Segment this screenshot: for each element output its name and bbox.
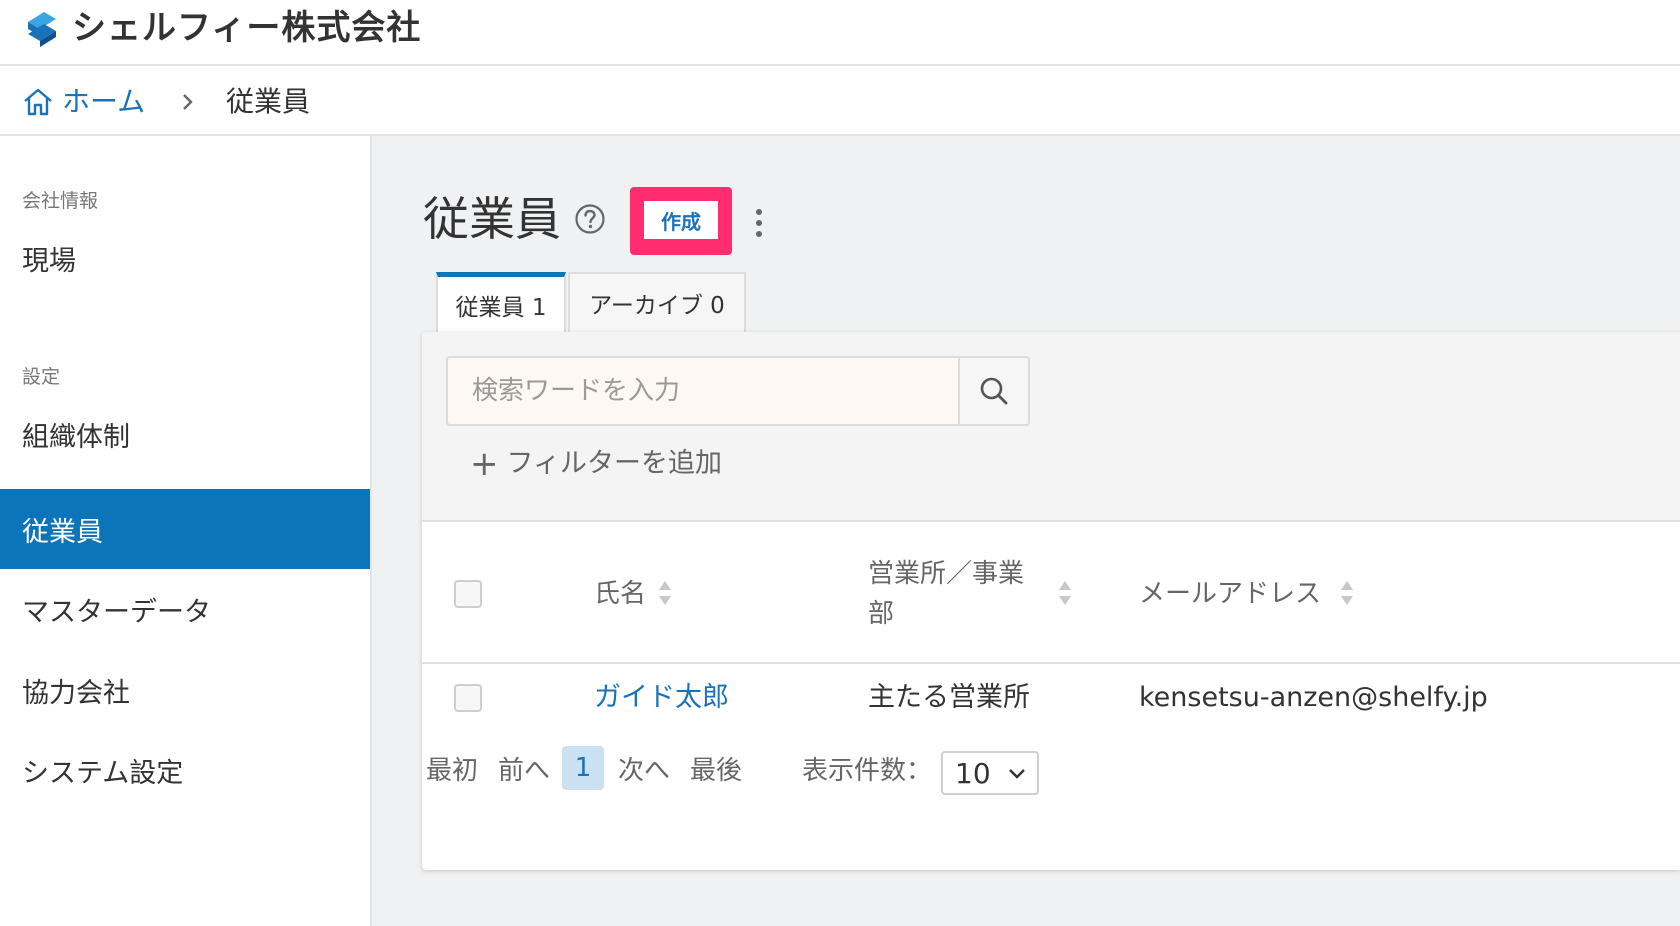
chevron-down-icon [1009, 769, 1025, 779]
employee-name-link[interactable]: ガイド太郎 [594, 680, 729, 716]
company-name: シェルフィー株式会社 [72, 8, 422, 48]
sidebar-item-employees[interactable]: 従業員 [0, 489, 370, 569]
column-header-office[interactable]: 営業所／事業部 [868, 554, 1048, 634]
filter-area: + フィルターを追加 [422, 332, 1680, 522]
sidebar-item-system-settings[interactable]: システム設定 [0, 730, 370, 810]
add-filter-button[interactable]: + フィルターを追加 [470, 446, 722, 482]
shelfy-logo-icon[interactable] [22, 8, 62, 48]
sidebar-section-company-info: 会社情報 [22, 190, 99, 212]
pagination-current-page[interactable]: 1 [562, 746, 604, 790]
plus-icon: + [470, 444, 499, 484]
tab-archive[interactable]: アーカイブ 0 [568, 272, 746, 332]
breadcrumb-current: 従業員 [226, 85, 311, 118]
sort-icon[interactable] [658, 580, 672, 606]
table-row: ガイド太郎 主たる営業所 kensetsu-anzen@shelfy.jp [422, 666, 1680, 728]
sidebar-section-settings: 設定 [22, 366, 61, 388]
home-icon [24, 88, 52, 116]
employee-office: 主たる営業所 [868, 682, 1030, 713]
pagination-next[interactable]: 次へ [618, 750, 670, 787]
more-options-icon[interactable] [754, 207, 764, 239]
sort-icon[interactable] [1340, 580, 1354, 606]
column-header-email[interactable]: メールアドレス [1139, 574, 1321, 614]
per-page-select[interactable]: 10 [941, 751, 1039, 795]
page-title: 従業員 [423, 192, 561, 246]
employee-email: kensetsu-anzen@shelfy.jp [1139, 682, 1488, 713]
breadcrumb-home-label: ホーム [62, 85, 146, 118]
per-page-value: 10 [955, 756, 991, 790]
top-bar: シェルフィー株式会社 [0, 0, 1680, 66]
tab-employees[interactable]: 従業員 1 [436, 272, 566, 332]
chevron-right-icon [183, 94, 193, 110]
select-all-checkbox[interactable] [454, 580, 482, 608]
help-icon[interactable] [574, 203, 606, 235]
add-filter-label: フィルターを追加 [506, 448, 722, 479]
pagination-first[interactable]: 最初 [426, 750, 478, 787]
per-page-label: 表示件数： [802, 756, 933, 786]
employee-list-panel: + フィルターを追加 氏名 営業所／事業部 メールアドレス [422, 332, 1680, 870]
pagination-last[interactable]: 最後 [690, 750, 742, 787]
main-content: 従業員 作成 従業員 1 アーカイブ 0 + フィルターを追加 [372, 136, 1680, 926]
search-button[interactable] [958, 356, 1030, 426]
pagination-prev[interactable]: 前へ [498, 750, 550, 787]
search-icon [980, 377, 1008, 405]
row-checkbox[interactable] [454, 684, 482, 712]
sidebar-item-partner-companies[interactable]: 協力会社 [0, 650, 370, 730]
sort-icon[interactable] [1058, 580, 1072, 606]
sidebar: 会社情報 現場 設定 組織体制 従業員 マスターデータ 協力会社 システム設定 [0, 136, 372, 926]
breadcrumb: ホーム 従業員 [0, 68, 1680, 136]
table-header: 氏名 営業所／事業部 メールアドレス [422, 524, 1680, 664]
sidebar-item-master-data[interactable]: マスターデータ [0, 569, 370, 649]
column-header-name[interactable]: 氏名 [594, 574, 646, 614]
create-button[interactable]: 作成 [644, 201, 718, 239]
search-input[interactable] [446, 356, 958, 426]
breadcrumb-home-link[interactable]: ホーム [22, 84, 145, 120]
sidebar-item-sites[interactable]: 現場 [0, 218, 370, 298]
sidebar-item-organization[interactable]: 組織体制 [0, 394, 370, 474]
